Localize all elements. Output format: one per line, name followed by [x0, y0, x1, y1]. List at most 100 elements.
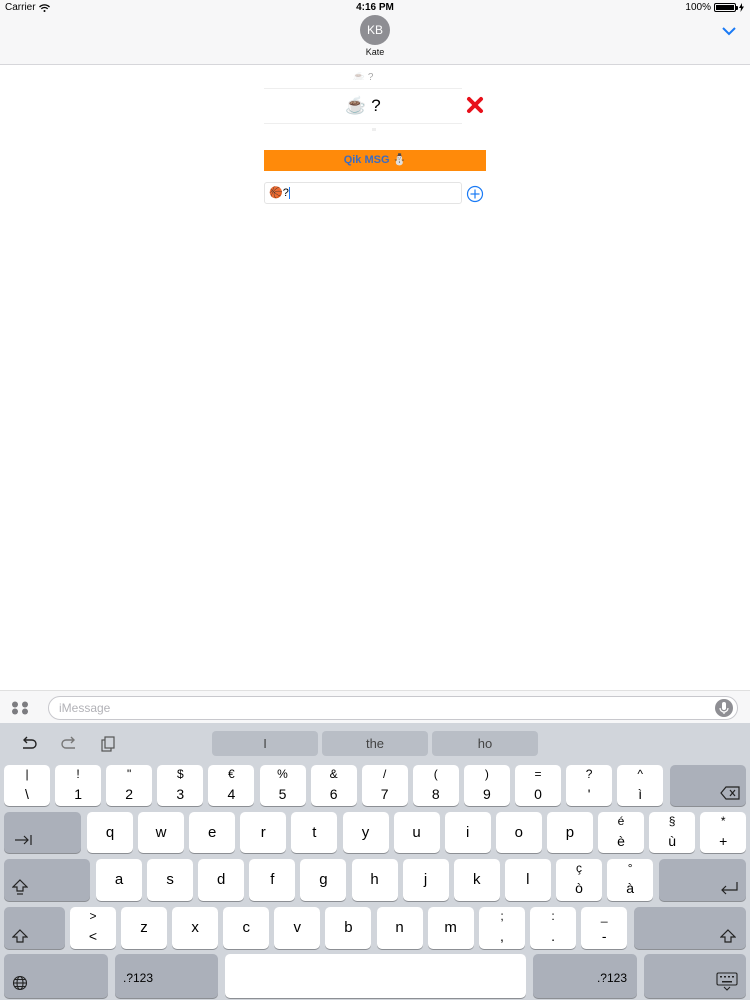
key-angle-brackets[interactable]: > < — [70, 907, 116, 949]
shift-left-key[interactable] — [4, 907, 65, 949]
imessage-field[interactable]: iMessage — [48, 696, 738, 720]
suggestion-2[interactable]: the — [322, 731, 428, 756]
return-key[interactable] — [659, 859, 746, 901]
key-label: 1 — [74, 786, 82, 802]
key-label: 8 — [431, 786, 440, 802]
key-alt-label: ° — [627, 861, 633, 875]
key-p[interactable]: p — [546, 812, 593, 853]
key-f[interactable]: f — [249, 859, 296, 901]
suggestion-3[interactable]: ho — [432, 731, 538, 756]
message-input-value: 🏀? — [269, 187, 289, 199]
key-label: q — [105, 824, 115, 841]
key-b[interactable]: b — [325, 907, 372, 949]
key-e[interactable]: e — [189, 812, 236, 853]
key-alt-label: ? — [585, 767, 593, 781]
battery-percent: 100% — [685, 2, 711, 13]
key-row1-11[interactable]: ? ' — [566, 765, 613, 806]
contact-name[interactable]: Kate — [0, 47, 750, 57]
caps-lock-key[interactable] — [4, 859, 90, 901]
space-key[interactable] — [225, 954, 526, 998]
numbers-key-label: .?123 — [123, 971, 154, 985]
key-n[interactable]: n — [376, 907, 423, 949]
undo-icon[interactable] — [20, 736, 38, 752]
key-a[interactable]: a — [96, 859, 142, 901]
key-z[interactable]: z — [121, 907, 167, 949]
key-label: 4 — [227, 786, 236, 802]
key-o[interactable]: o — [495, 812, 542, 853]
key-h[interactable]: h — [351, 859, 398, 901]
key-label: b — [344, 919, 353, 936]
numbers-key-right[interactable]: .?123 — [533, 954, 637, 998]
key-alt-label: " — [127, 767, 132, 781]
key-label: d — [217, 871, 226, 888]
imessage-placeholder: iMessage — [59, 701, 111, 715]
key-label: n — [395, 919, 404, 936]
key-s[interactable]: s — [147, 859, 194, 901]
dismiss-keyboard-key[interactable] — [644, 954, 746, 998]
avatar[interactable]: KB — [360, 15, 390, 45]
key-alt-label: ^ — [637, 767, 643, 781]
paste-icon[interactable] — [100, 736, 118, 752]
key-row1-2[interactable]: " 2 — [106, 765, 153, 806]
key-label: p — [565, 824, 575, 841]
key-row4-extra-1[interactable]: :. — [530, 907, 577, 949]
key-v[interactable]: v — [274, 907, 321, 949]
backspace-key[interactable] — [670, 765, 746, 806]
saved-message-row[interactable]: ☕️ ? — [264, 88, 462, 124]
key-row1-10[interactable]: = 0 — [515, 765, 561, 806]
key-row1-1[interactable]: ! 1 — [55, 765, 102, 806]
battery-icon — [714, 3, 738, 12]
key-c[interactable]: c — [223, 907, 270, 949]
key-y[interactable]: y — [342, 812, 389, 853]
key-row2-extra-0[interactable]: éè — [598, 812, 644, 853]
key-row1-4[interactable]: €4 — [208, 765, 255, 806]
key-k[interactable]: k — [453, 859, 500, 901]
key-i[interactable]: i — [444, 812, 491, 853]
key-label: < — [88, 928, 98, 944]
shift-right-key[interactable] — [634, 907, 746, 949]
key-q[interactable]: q — [87, 812, 133, 853]
key-row1-9[interactable]: ) 9 — [463, 765, 510, 806]
key-w[interactable]: w — [138, 812, 185, 853]
globe-key[interactable] — [4, 954, 108, 998]
message-input[interactable]: 🏀? — [264, 182, 462, 204]
key-row2-extra-2[interactable]: * + — [700, 812, 747, 853]
key-row4-extra-2[interactable]: _ - — [581, 907, 628, 949]
key-row4-extra-0[interactable]: ;, — [479, 907, 525, 949]
key-t[interactable]: t — [291, 812, 338, 853]
key-row3-extra-0[interactable]: çò — [556, 859, 602, 901]
suggestion-1[interactable]: I — [212, 731, 318, 756]
key-j[interactable]: j — [402, 859, 449, 901]
key-label: \ — [25, 786, 29, 802]
qik-msg-button[interactable]: Qik MSG ⛄️ — [264, 150, 486, 171]
key-d[interactable]: d — [198, 859, 245, 901]
key-u[interactable]: u — [393, 812, 440, 853]
delete-icon[interactable] — [466, 96, 484, 114]
key-row3-extra-1[interactable]: ° à — [607, 859, 654, 901]
key-alt-label: _ — [600, 909, 608, 923]
key-row1-7[interactable]: /7 — [361, 765, 408, 806]
key-g[interactable]: g — [300, 859, 347, 901]
key-r[interactable]: r — [240, 812, 287, 853]
key-m[interactable]: m — [427, 907, 474, 949]
key-row1-3[interactable]: $3 — [157, 765, 204, 806]
key-row1-5[interactable]: % 5 — [259, 765, 306, 806]
redo-icon[interactable] — [60, 736, 78, 752]
shift-icon — [12, 929, 28, 943]
keyboard-dismiss-icon — [716, 972, 738, 991]
next-message-fragment — [372, 128, 376, 131]
key-x[interactable]: x — [172, 907, 219, 949]
key-row2-extra-1[interactable]: § ù — [649, 812, 696, 853]
app-drawer-icon[interactable] — [11, 701, 31, 715]
key-row1-8[interactable]: (8 — [412, 765, 459, 806]
key-row1-0[interactable]: | \ — [4, 765, 50, 806]
key-row1-6[interactable]: & 6 — [310, 765, 357, 806]
keyboard: I the ho .?123 .?123 | \ ! 1 " 2 $ 3 € 4… — [0, 723, 750, 1000]
chevron-down-icon[interactable] — [722, 26, 736, 36]
numbers-key-left[interactable]: .?123 — [115, 954, 218, 998]
key-row1-12[interactable]: ^ ì — [617, 765, 664, 806]
key-l[interactable]: l — [504, 859, 551, 901]
tab-key[interactable] — [4, 812, 81, 853]
microphone-icon[interactable] — [715, 699, 733, 717]
add-icon[interactable] — [466, 185, 484, 203]
